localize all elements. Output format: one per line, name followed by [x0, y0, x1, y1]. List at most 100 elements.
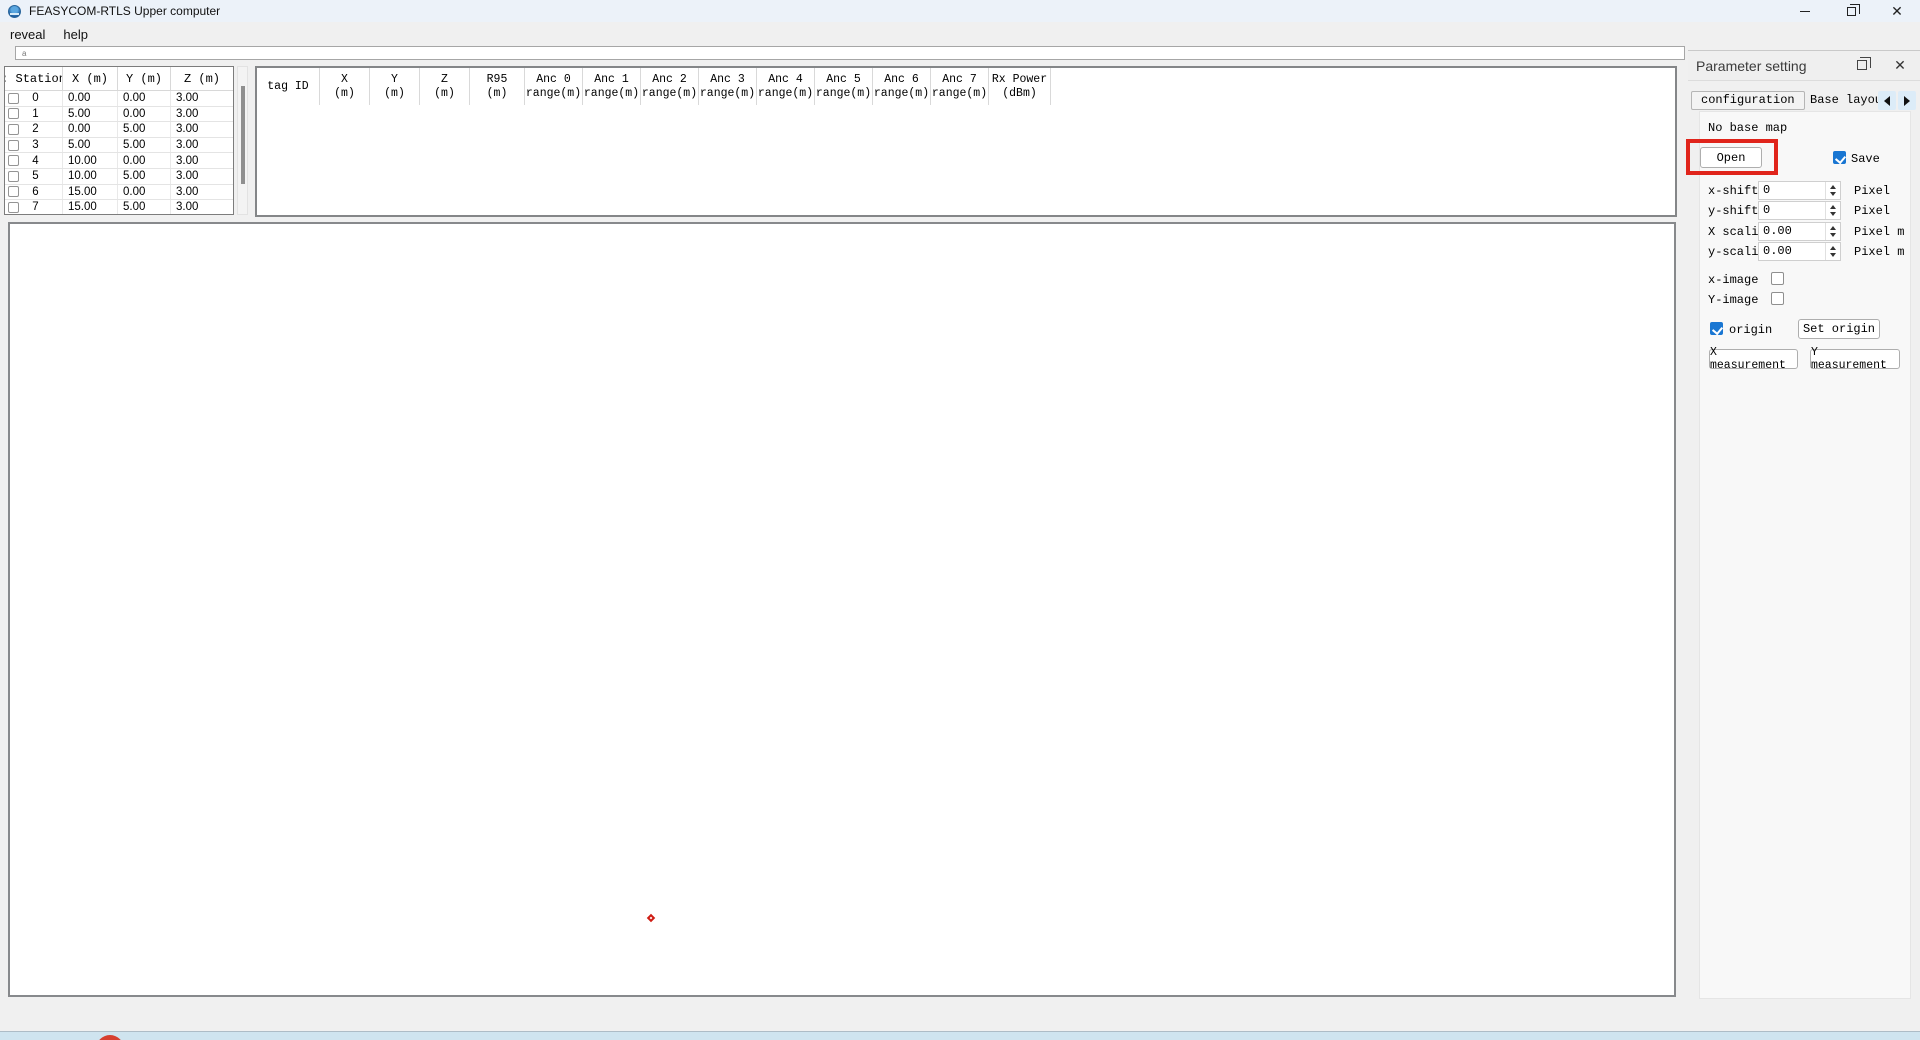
origin-checkbox[interactable]	[1710, 322, 1723, 335]
station-cell: 5	[5, 169, 63, 184]
spin-up-icon	[1830, 246, 1836, 250]
z-cell: 3.00	[171, 169, 233, 184]
tag-column-header: R95(m)	[470, 68, 525, 105]
column-header-x: X (m)	[63, 67, 118, 90]
x-image-checkbox[interactable]	[1771, 272, 1784, 285]
y-cell: 5.00	[118, 200, 171, 215]
restore-icon	[1847, 7, 1856, 16]
row-checkbox[interactable]	[8, 108, 19, 119]
y-shift-label: y-shift	[1708, 204, 1758, 218]
y-cell: 0.00	[118, 185, 171, 200]
x-cell: 0.00	[63, 91, 118, 106]
panel-close-icon[interactable]: ✕	[1891, 56, 1909, 74]
y-shift-value: 0	[1759, 202, 1825, 219]
x-scale-label: X scali	[1708, 225, 1758, 239]
minimize-icon	[1800, 11, 1810, 12]
station-table-header: : Station X (m) Y (m) Z (m)	[5, 67, 233, 91]
tag-column-header: Z(m)	[420, 68, 470, 105]
tag-column-header: Y(m)	[370, 68, 420, 105]
tag-column-header: Anc 0range(m)	[525, 68, 583, 105]
y-scale-input[interactable]: 0.00	[1758, 242, 1841, 261]
spinner-buttons[interactable]	[1825, 182, 1840, 199]
table-row[interactable]: 35.005.003.00	[5, 138, 233, 154]
station-table-scrollbar[interactable]	[237, 66, 248, 215]
x-cell: 10.00	[63, 153, 118, 168]
minimize-button[interactable]	[1782, 0, 1828, 22]
float-panel-icon[interactable]	[1857, 60, 1867, 70]
spinner-buttons[interactable]	[1825, 223, 1840, 240]
menu-bar: reveal help	[0, 22, 1920, 46]
y-measurement-button[interactable]: Y measurement	[1810, 349, 1900, 369]
spinner-buttons[interactable]	[1825, 243, 1840, 260]
row-checkbox[interactable]	[8, 93, 19, 104]
tag-column-header: Anc 2range(m)	[641, 68, 699, 105]
row-checkbox[interactable]	[8, 124, 19, 135]
window-title: FEASYCOM-RTLS Upper computer	[29, 4, 220, 18]
table-row[interactable]: 410.000.003.00	[5, 153, 233, 169]
station-cell: 3	[5, 138, 63, 153]
tab-configuration[interactable]: configuration	[1691, 91, 1805, 110]
table-row[interactable]: 615.000.003.00	[5, 185, 233, 201]
x-scale-input[interactable]: 0.00	[1758, 222, 1841, 241]
x-scale-value: 0.00	[1759, 223, 1825, 240]
x-measurement-button[interactable]: X measurement	[1709, 349, 1798, 369]
tab-scroll-right-button[interactable]	[1898, 91, 1916, 110]
y-shift-input[interactable]: 0	[1758, 201, 1841, 220]
close-button[interactable]: ✕	[1874, 0, 1920, 22]
station-cell: 7	[5, 200, 63, 215]
tab-scroll-left-button[interactable]	[1878, 91, 1896, 110]
z-cell: 3.00	[171, 107, 233, 122]
annotation-highlight	[1686, 139, 1778, 175]
save-checkbox[interactable]	[1833, 151, 1846, 164]
x-cell: 5.00	[63, 138, 118, 153]
plot-canvas[interactable]	[8, 222, 1676, 997]
y-image-label: Y-image	[1708, 293, 1758, 307]
taskbar-app-icon[interactable]	[96, 1035, 124, 1040]
y-image-checkbox[interactable]	[1771, 292, 1784, 305]
x-shift-label: x-shift	[1708, 184, 1758, 198]
table-row[interactable]: 00.000.003.00	[5, 91, 233, 107]
table-row[interactable]: 15.000.003.00	[5, 107, 233, 123]
row-checkbox[interactable]	[8, 140, 19, 151]
arrow-right-icon	[1904, 96, 1910, 106]
z-cell: 3.00	[171, 185, 233, 200]
set-origin-button[interactable]: Set origin	[1798, 319, 1880, 339]
row-checkbox[interactable]	[8, 186, 19, 197]
z-cell: 3.00	[171, 138, 233, 153]
table-row[interactable]: 715.005.003.00	[5, 200, 233, 215]
menu-item-help[interactable]: help	[55, 24, 96, 45]
arrow-left-icon	[1884, 96, 1890, 106]
spin-up-icon	[1830, 226, 1836, 230]
panel-title-bar: Parameter setting ✕	[1688, 51, 1920, 81]
station-cell: 1	[5, 107, 63, 122]
row-checkbox[interactable]	[8, 202, 19, 213]
tag-column-header: Anc 5range(m)	[815, 68, 873, 105]
x-cell: 15.00	[63, 200, 118, 215]
parameter-setting-panel: Parameter setting ✕ configuration Base l…	[1688, 50, 1920, 1032]
row-checkbox[interactable]	[8, 155, 19, 166]
clipped-text: a	[22, 49, 26, 58]
origin-label: origin	[1729, 323, 1772, 337]
column-header-station: : Station	[5, 67, 63, 90]
column-header-y: Y (m)	[118, 67, 171, 90]
tag-column-header: Anc 4range(m)	[757, 68, 815, 105]
scrollbar-thumb[interactable]	[241, 86, 245, 184]
station-table: : Station X (m) Y (m) Z (m) 00.000.003.0…	[4, 66, 234, 215]
spin-up-icon	[1830, 185, 1836, 189]
x-shift-input[interactable]: 0	[1758, 181, 1841, 200]
tag-column-header: Anc 7range(m)	[931, 68, 989, 105]
y-scale-unit: Pixel m	[1854, 245, 1904, 259]
station-cell: 2	[5, 122, 63, 137]
x-cell: 5.00	[63, 107, 118, 122]
menu-item-reveal[interactable]: reveal	[2, 24, 53, 45]
row-checkbox[interactable]	[8, 171, 19, 182]
restore-button[interactable]	[1828, 0, 1874, 22]
table-row[interactable]: 510.005.003.00	[5, 169, 233, 185]
y-cell: 5.00	[118, 138, 171, 153]
tag-column-header: Anc 1range(m)	[583, 68, 641, 105]
spinner-buttons[interactable]	[1825, 202, 1840, 219]
tag-column-header: X(m)	[320, 68, 370, 105]
x-cell: 15.00	[63, 185, 118, 200]
z-cell: 3.00	[171, 153, 233, 168]
table-row[interactable]: 20.005.003.00	[5, 122, 233, 138]
